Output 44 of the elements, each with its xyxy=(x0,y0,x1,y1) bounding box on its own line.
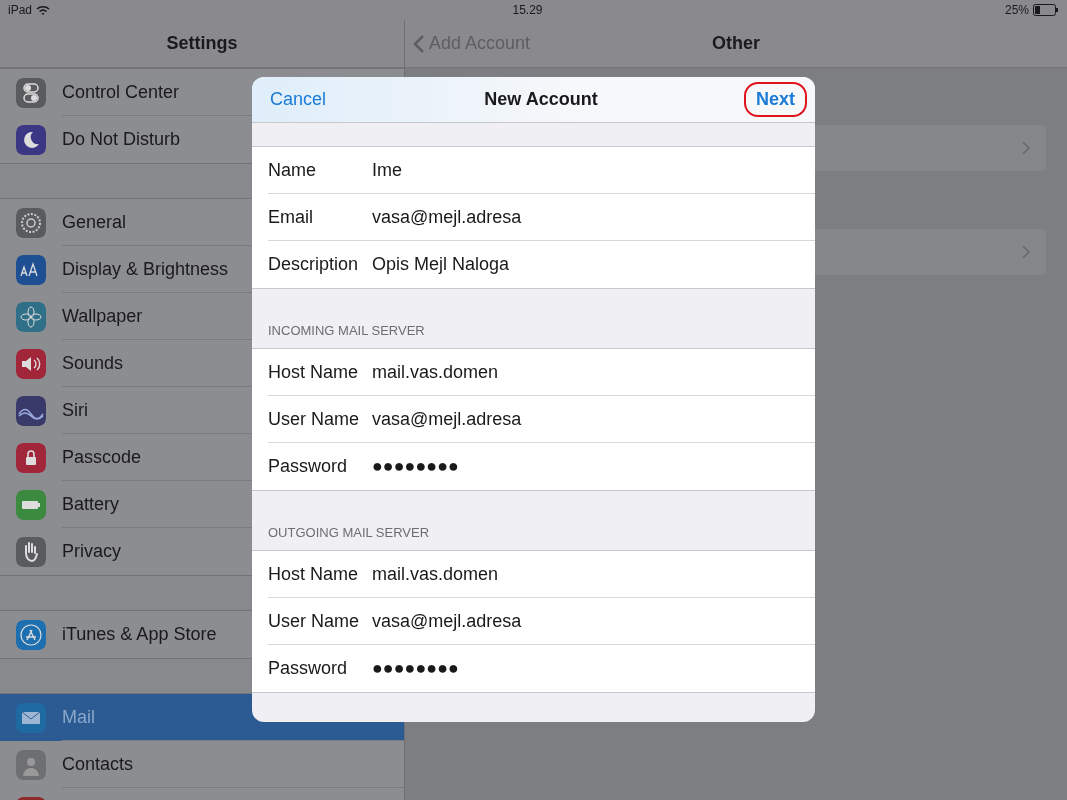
input-field[interactable]: mail.vas.domen xyxy=(372,358,815,386)
item-label: Privacy xyxy=(62,540,121,563)
chevron-left-icon xyxy=(413,33,425,54)
chevron-right-icon xyxy=(1022,141,1030,155)
item-label: Contacts xyxy=(62,752,134,776)
item-label: Passcode xyxy=(62,445,142,469)
item-label: Wallpaper xyxy=(62,304,143,328)
item-label: Battery xyxy=(62,492,120,516)
input-field[interactable]: ●●●●●●●● xyxy=(372,655,815,682)
item-label: iTunes & App Store xyxy=(62,623,217,646)
device-name: iPad xyxy=(8,2,33,19)
field-label: Host Name xyxy=(268,360,360,384)
chevron-right-icon xyxy=(1022,245,1030,259)
field-label: Password xyxy=(268,657,349,680)
battery-percent: 25% xyxy=(1004,2,1029,19)
field-label: User Name xyxy=(268,609,361,633)
input-field[interactable]: ●●●●●●●● xyxy=(372,453,815,480)
input-field[interactable]: vasa@mejl.adresa xyxy=(372,203,815,231)
item-label: Do Not Disturb xyxy=(62,128,181,151)
battery-icon xyxy=(1033,4,1059,16)
settings-item[interactable]: Contacts xyxy=(0,741,404,788)
field-label: Email xyxy=(268,205,314,229)
section-header: INCOMING MAIL SERVER xyxy=(268,321,425,340)
nav-title: Settings xyxy=(166,32,238,55)
input-field[interactable]: vasa@mejl.adresa xyxy=(372,405,815,433)
input-field[interactable]: Opis Mejl Naloga xyxy=(372,251,815,278)
item-label: Mail xyxy=(62,705,95,729)
input-field[interactable]: mail.vas.domen xyxy=(372,560,815,588)
field-label: Password xyxy=(268,455,349,478)
item-label: Control Center xyxy=(62,80,180,104)
wifi-icon xyxy=(36,4,51,16)
next-button[interactable]: Next xyxy=(743,82,807,117)
field-label: Host Name xyxy=(268,562,360,586)
item-label: Display & Brightness xyxy=(62,257,229,281)
clock-time: 15.29 xyxy=(512,2,543,19)
nav-title: Other xyxy=(712,32,760,55)
dialog-title: New Account xyxy=(484,88,598,111)
field-label: Description xyxy=(268,253,360,276)
item-label: Sounds xyxy=(62,351,124,375)
cancel-button[interactable]: Cancel xyxy=(258,82,339,117)
item-label: Siri xyxy=(62,398,88,422)
section-header: OUTGOING MAIL SERVER xyxy=(268,523,430,542)
field-label: User Name xyxy=(268,407,361,431)
item-label: General xyxy=(62,210,127,234)
